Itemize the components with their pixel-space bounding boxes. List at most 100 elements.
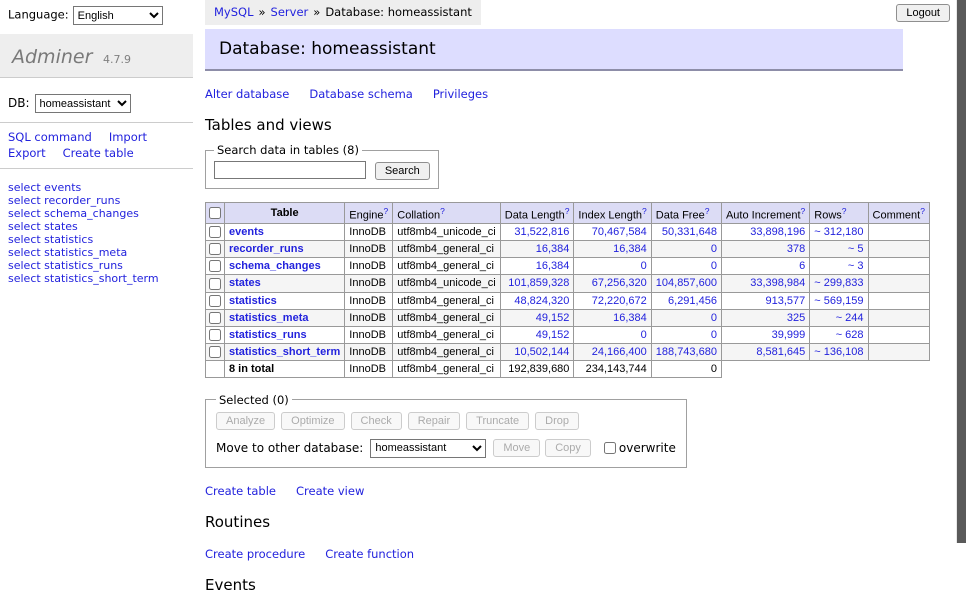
link-create-table[interactable]: Create table [205, 484, 276, 498]
row-checkbox[interactable] [209, 243, 221, 255]
rows-link[interactable]: ~ 569,159 [814, 295, 863, 307]
rows-link[interactable]: ~ 5 [848, 243, 864, 255]
data-free-link[interactable]: 6,291,456 [668, 295, 717, 307]
sidebar-action-export[interactable]: Export [8, 147, 46, 160]
sidebar-select-recorder-runs[interactable]: select recorder_runs [8, 194, 185, 207]
sidebar-select-states[interactable]: select states [8, 220, 185, 233]
adminer-logo[interactable]: Adminer [12, 46, 92, 68]
table-name-link[interactable]: statistics_short_term [229, 346, 340, 358]
data-length-link[interactable]: 49,152 [536, 329, 570, 341]
index-length-link[interactable]: 67,256,320 [592, 277, 647, 289]
sidebar-action-import[interactable]: Import [109, 131, 147, 144]
data-length-link[interactable]: 16,384 [536, 243, 570, 255]
column-help-link[interactable]: ? [920, 206, 925, 216]
move-db-select[interactable]: homeassistant [370, 439, 486, 458]
row-checkbox[interactable] [209, 278, 221, 290]
breadcrumb-server[interactable]: Server [271, 5, 309, 19]
data-free-link[interactable]: 0 [711, 260, 717, 272]
move-button[interactable]: Move [493, 439, 540, 457]
data-free-link[interactable]: 0 [711, 243, 717, 255]
column-help-link[interactable]: ? [842, 206, 847, 216]
search-button[interactable]: Search [375, 162, 430, 180]
index-length-link[interactable]: 24,166,400 [592, 346, 647, 358]
auto-increment-link[interactable]: 6 [799, 260, 805, 272]
logout-button[interactable]: Logout [896, 4, 950, 22]
version-link[interactable]: 4.7.9 [103, 53, 131, 66]
index-length-link[interactable]: 0 [641, 260, 647, 272]
index-length-link[interactable]: 72,220,672 [592, 295, 647, 307]
language-select[interactable]: English [73, 6, 163, 25]
index-length-link[interactable]: 16,384 [613, 243, 647, 255]
data-free-link[interactable]: 104,857,600 [656, 277, 717, 289]
overwrite-checkbox[interactable] [604, 442, 616, 454]
drop-button[interactable]: Drop [535, 412, 579, 430]
repair-button[interactable]: Repair [408, 412, 460, 430]
rows-link[interactable]: ~ 3 [848, 260, 864, 272]
column-help-link[interactable]: ? [642, 206, 647, 216]
db-action-alter-database[interactable]: Alter database [205, 87, 289, 101]
table-name-link[interactable]: schema_changes [229, 260, 321, 272]
truncate-button[interactable]: Truncate [466, 412, 529, 430]
data-free-link[interactable]: 188,743,680 [656, 346, 717, 358]
row-checkbox[interactable] [209, 295, 221, 307]
data-length-link[interactable]: 101,859,328 [508, 277, 569, 289]
db-select[interactable]: homeassistant [35, 94, 131, 113]
index-length-link[interactable]: 0 [641, 329, 647, 341]
data-free-link[interactable]: 0 [711, 312, 717, 324]
select-all-checkbox[interactable] [209, 207, 221, 219]
auto-increment-link[interactable]: 378 [787, 243, 805, 255]
auto-increment-link[interactable]: 33,398,984 [750, 277, 805, 289]
sidebar-select-statistics-meta[interactable]: select statistics_meta [8, 246, 185, 259]
auto-increment-link[interactable]: 8,581,645 [756, 346, 805, 358]
rows-link[interactable]: ~ 136,108 [814, 346, 863, 358]
sidebar-select-statistics-runs[interactable]: select statistics_runs [8, 259, 185, 272]
data-length-link[interactable]: 49,152 [536, 312, 570, 324]
row-checkbox[interactable] [209, 226, 221, 238]
column-help-link[interactable]: ? [384, 206, 389, 216]
row-checkbox[interactable] [209, 260, 221, 272]
auto-increment-link[interactable]: 325 [787, 312, 805, 324]
table-name-link[interactable]: events [229, 226, 264, 238]
sidebar-select-schema-changes[interactable]: select schema_changes [8, 207, 185, 220]
link-create-procedure[interactable]: Create procedure [205, 547, 305, 561]
rows-link[interactable]: ~ 628 [836, 329, 864, 341]
sidebar-action-sql-command[interactable]: SQL command [8, 131, 92, 144]
table-name-link[interactable]: statistics [229, 295, 277, 307]
row-checkbox[interactable] [209, 312, 221, 324]
auto-increment-link[interactable]: 39,999 [772, 329, 806, 341]
sidebar-select-statistics-short-term[interactable]: select statistics_short_term [8, 272, 185, 285]
column-help-link[interactable]: ? [440, 206, 445, 216]
data-length-link[interactable]: 48,824,320 [514, 295, 569, 307]
sidebar-action-create-table[interactable]: Create table [63, 147, 134, 160]
db-action-privileges[interactable]: Privileges [433, 87, 488, 101]
table-name-link[interactable]: statistics_meta [229, 312, 309, 324]
index-length-link[interactable]: 16,384 [613, 312, 647, 324]
analyze-button[interactable]: Analyze [216, 412, 275, 430]
rows-link[interactable]: ~ 312,180 [814, 226, 863, 238]
sidebar-select-events[interactable]: select events [8, 181, 185, 194]
link-create-view[interactable]: Create view [296, 484, 364, 498]
auto-increment-link[interactable]: 913,577 [766, 295, 806, 307]
sidebar-select-statistics[interactable]: select statistics [8, 233, 185, 246]
column-help-link[interactable]: ? [705, 206, 710, 216]
data-length-link[interactable]: 31,522,816 [514, 226, 569, 238]
column-help-link[interactable]: ? [801, 206, 806, 216]
table-name-link[interactable]: states [229, 277, 261, 289]
auto-increment-link[interactable]: 33,898,196 [750, 226, 805, 238]
copy-button[interactable]: Copy [545, 439, 591, 457]
db-action-database-schema[interactable]: Database schema [309, 87, 412, 101]
breadcrumb-mysql[interactable]: MySQL [214, 5, 254, 19]
search-input[interactable] [214, 161, 366, 179]
row-checkbox[interactable] [209, 329, 221, 341]
index-length-link[interactable]: 70,467,584 [592, 226, 647, 238]
data-free-link[interactable]: 50,331,648 [662, 226, 717, 238]
optimize-button[interactable]: Optimize [281, 412, 344, 430]
data-length-link[interactable]: 10,502,144 [514, 346, 569, 358]
rows-link[interactable]: ~ 244 [836, 312, 864, 324]
data-free-link[interactable]: 0 [711, 329, 717, 341]
table-name-link[interactable]: statistics_runs [229, 329, 307, 341]
check-button[interactable]: Check [351, 412, 402, 430]
rows-link[interactable]: ~ 299,833 [814, 277, 863, 289]
data-length-link[interactable]: 16,384 [536, 260, 570, 272]
link-create-function[interactable]: Create function [325, 547, 414, 561]
